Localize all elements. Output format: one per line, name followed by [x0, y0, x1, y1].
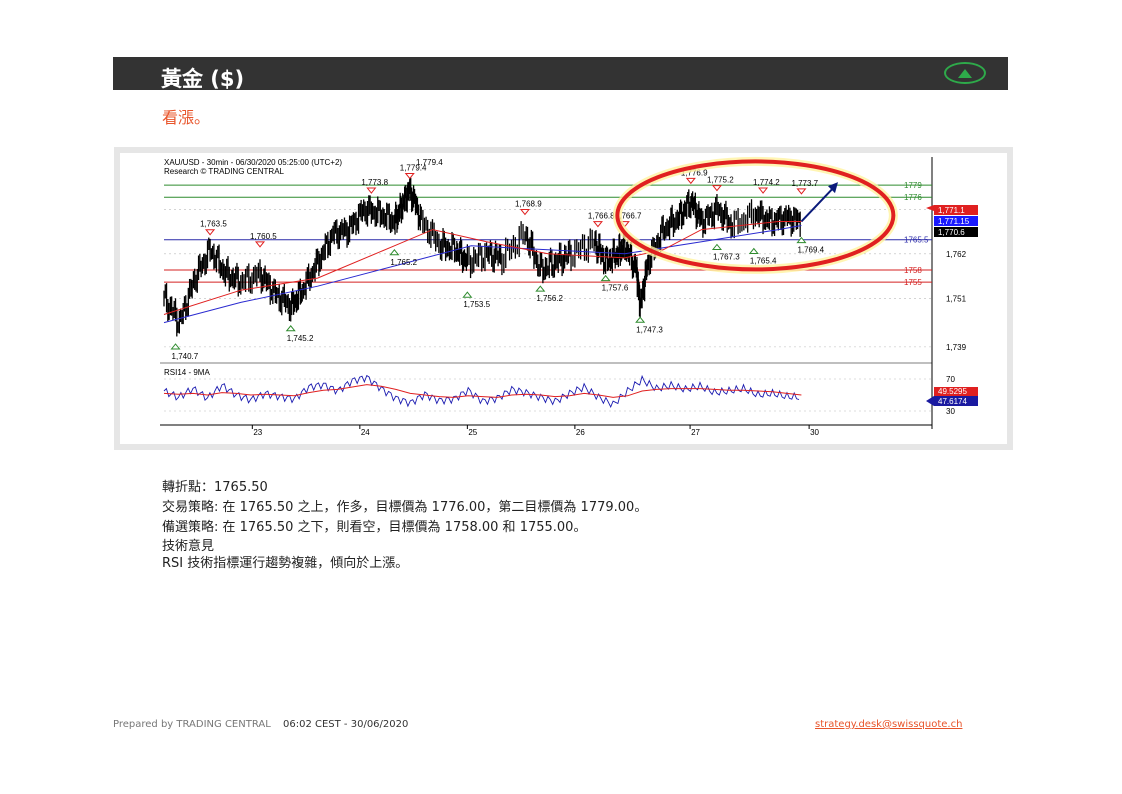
low-marker	[170, 343, 181, 350]
price-badge-label: 1,771.1	[938, 206, 965, 215]
level-label: 1776	[904, 193, 922, 202]
low-marker	[600, 274, 611, 282]
low-marker	[389, 248, 400, 256]
high-label: 1,774.2	[753, 178, 780, 187]
high-marker	[366, 187, 377, 194]
high-marker	[796, 188, 807, 195]
price-chart: XAU/USD - 30min - 06/30/2020 05:25:00 (U…	[160, 156, 978, 437]
contact-email-link[interactable]: strategy.desk@swissquote.ch	[815, 719, 962, 730]
low-label: 1,747.3	[636, 325, 663, 334]
price-badge-label: 1,771.15	[938, 217, 970, 226]
trading-strategy: 交易策略: 在 1765.50 之上，作多，目標價為 1776.00，第二目標價…	[162, 500, 648, 515]
page-title: 黃金 ($)	[161, 67, 245, 91]
header-bar: 黃金 ($)	[113, 57, 1008, 91]
rsi-tick-label: 70	[946, 375, 955, 384]
high-marker	[757, 187, 769, 194]
low-marker	[285, 324, 296, 332]
low-label: 1,740.7	[172, 352, 199, 361]
high-marker	[254, 241, 266, 248]
low-label: 1,757.6	[602, 284, 629, 293]
level-label: 1779	[904, 181, 922, 190]
high-label: 1,763.5	[200, 220, 227, 229]
rsi-badge-label: 47.6174	[938, 397, 967, 406]
low-label: 1,767.3	[713, 252, 740, 261]
high-marker	[519, 208, 531, 216]
rsi-badge-label: 49.5295	[938, 387, 967, 396]
x-tick-label: 25	[468, 428, 477, 437]
high-label: 1,768.9	[515, 199, 542, 208]
high-label: 1,766.8	[588, 212, 615, 221]
high-marker	[205, 229, 216, 236]
x-tick-label: 23	[253, 428, 262, 437]
y-tick-label: 1,762	[946, 250, 967, 259]
high-label: 1,773.7	[791, 179, 818, 188]
rsi-ma-line	[163, 384, 802, 398]
low-label: 1,745.2	[287, 334, 314, 343]
outlook-label: 看漲。	[162, 108, 211, 127]
rsi-label: RSI14 - 9MA	[164, 368, 210, 377]
low-marker	[711, 243, 723, 250]
x-tick-label: 27	[691, 428, 700, 437]
price-badge-label: 1,770.6	[938, 228, 965, 237]
rsi-line	[163, 374, 800, 408]
low-marker	[748, 247, 759, 255]
level-label: 1758	[904, 266, 922, 275]
x-tick-label: 30	[810, 428, 819, 437]
high-label: 1,760.5	[250, 232, 277, 241]
low-marker	[462, 291, 473, 298]
price-pointer	[926, 205, 934, 211]
low-marker	[535, 285, 546, 292]
chart-frame: XAU/USD - 30min - 06/30/2020 05:25:00 (U…	[114, 147, 1013, 450]
x-tick-label: 26	[576, 428, 585, 437]
chart-title: XAU/USD - 30min - 06/30/2020 05:25:00 (U…	[164, 158, 342, 167]
rsi-tick-label: 30	[946, 407, 955, 416]
rsi-pointer	[926, 396, 934, 406]
low-label: 1,756.2	[536, 294, 563, 303]
chart-subtitle: Research © TRADING CENTRAL	[164, 167, 285, 176]
forecast-arrow	[800, 184, 837, 223]
technical-comment: RSI 技術指標運行趨勢複雜，傾向於上漲。	[162, 556, 409, 571]
high-marker	[592, 221, 603, 228]
level-label: 1765.5	[904, 236, 929, 245]
up-triangle-icon	[944, 62, 986, 84]
high-marker	[711, 185, 723, 192]
chart-panel: XAU/USD - 30min - 06/30/2020 05:25:00 (U…	[120, 153, 1007, 444]
high-label: 1,773.8	[361, 178, 388, 187]
level-label: 1755	[904, 278, 922, 287]
y-tick-label: 1,751	[946, 294, 967, 303]
report-timestamp: 06:02 CEST - 30/06/2020	[283, 719, 409, 730]
high-label: 1,779.4	[400, 163, 427, 172]
analysis-text: 轉折點：1765.50 交易策略: 在 1765.50 之上，作多，目標價為 1…	[162, 478, 647, 572]
low-label: 1,765.4	[750, 257, 777, 266]
y-tick-label: 1,739	[946, 343, 967, 352]
low-label: 1,765.2	[390, 258, 417, 267]
pivot-point: 轉折點：1765.50	[162, 480, 268, 495]
low-marker	[635, 316, 646, 323]
high-marker	[685, 177, 696, 185]
alternative-strategy: 備選策略: 在 1765.50 之下，則看空，目標價為 1758.00 和 17…	[162, 520, 587, 535]
prepared-by: Prepared by TRADING CENTRAL	[113, 719, 271, 730]
low-label: 1,753.5	[463, 300, 490, 309]
comment-title: 技術意見	[162, 539, 215, 554]
x-tick-label: 24	[361, 428, 370, 437]
high-label: 1,775.2	[707, 176, 734, 185]
low-label: 1,769.4	[797, 246, 824, 255]
high-marker	[404, 172, 415, 180]
